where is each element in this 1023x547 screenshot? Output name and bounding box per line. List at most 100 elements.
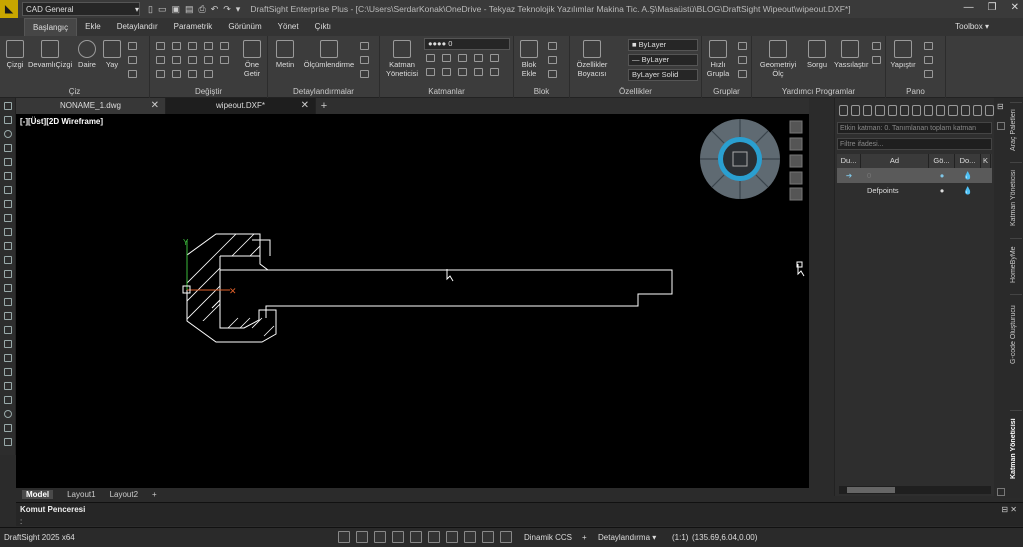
minimize-icon[interactable]: — (964, 2, 974, 13)
tab-homebyme[interactable]: HomeByMe (1010, 238, 1022, 290)
add-icon[interactable]: + (582, 533, 587, 542)
array-tool-icon[interactable] (4, 368, 12, 376)
col-frozen[interactable]: Do... (955, 154, 981, 168)
layer-select[interactable]: ●●●● 0 (424, 38, 510, 50)
freeze-drop-icon[interactable]: 💧 (955, 183, 981, 198)
drawing-canvas[interactable]: [-][Üst][2D Wireframe] Y ✕ (16, 114, 809, 488)
arc-button[interactable]: Yay (101, 40, 123, 69)
wipeout-tool-icon[interactable] (4, 410, 12, 418)
layer-tool-icon[interactable] (474, 68, 483, 76)
etrack-icon[interactable] (446, 531, 458, 543)
block-tool-icon[interactable] (548, 70, 557, 78)
zoom-icon[interactable] (789, 137, 803, 151)
scale-tool-icon[interactable] (4, 298, 12, 306)
grid-icon[interactable] (128, 70, 137, 78)
query-button[interactable]: Sorgu (804, 40, 830, 69)
checkmark-icon[interactable] (924, 104, 934, 116)
horizontal-scrollbar[interactable] (839, 486, 991, 494)
spline-tool-icon[interactable] (4, 186, 12, 194)
esnap-icon[interactable] (428, 531, 440, 543)
delete-icon[interactable] (204, 70, 213, 78)
group-tool-icon[interactable] (738, 42, 747, 50)
tab-yonet[interactable]: Yönet (270, 18, 307, 36)
rotate-tool-icon[interactable] (4, 270, 12, 278)
layer-tool-icon[interactable] (863, 104, 873, 116)
dynamic-ccs[interactable]: Dinamik CCS (524, 533, 572, 542)
table-row[interactable]: Defpoints ● 💧 (837, 183, 992, 198)
layer-tool-icon[interactable] (911, 104, 922, 116)
copy-tool-icon[interactable] (4, 256, 12, 264)
close-icon[interactable]: ✕ (301, 98, 309, 114)
panel-scroll-down-icon[interactable] (997, 488, 1005, 496)
redo-icon[interactable]: ↷ (223, 4, 231, 15)
home-icon[interactable] (789, 120, 803, 134)
visible-bulb-icon[interactable]: ● (929, 183, 955, 198)
ortho-icon[interactable] (392, 531, 404, 543)
layer-tool-icon[interactable] (458, 68, 467, 76)
measure-geometry-button[interactable]: Geometriyi Ölç (758, 40, 798, 78)
quickinput-icon[interactable] (482, 531, 494, 543)
layer-tool-icon[interactable] (490, 68, 499, 76)
tab-arac-paletleri[interactable]: Araç Paletleri (1010, 102, 1022, 158)
layer-tool-icon[interactable] (851, 104, 861, 116)
print-icon[interactable]: ⎙ (199, 4, 206, 15)
open-folder-icon[interactable]: ▭ (158, 4, 167, 15)
tab-parametrik[interactable]: Parametrik (166, 18, 221, 36)
copy-icon[interactable] (924, 56, 933, 64)
rotate-icon[interactable] (204, 42, 213, 50)
tab-katman-yoneticisi[interactable]: Katman Yöneticisi (1010, 162, 1022, 234)
checkmark-icon[interactable] (490, 54, 499, 62)
lineweight-icon[interactable] (464, 531, 476, 543)
extend-tool-icon[interactable] (4, 326, 12, 334)
layer-tool-icon[interactable] (426, 68, 435, 76)
paste-button[interactable]: Yapıştır (890, 40, 916, 69)
layer-tool-icon[interactable] (972, 104, 982, 116)
layer-tool-icon[interactable] (442, 54, 451, 62)
copy-icon[interactable] (172, 42, 181, 50)
table-icon[interactable] (360, 56, 369, 64)
tab-ekle[interactable]: Ekle (77, 18, 109, 36)
trim-icon[interactable] (172, 56, 181, 64)
mark-icon[interactable] (360, 70, 369, 78)
properties-painter-button[interactable]: Özellikler Boyacısı (572, 40, 612, 78)
bring-front-button[interactable]: Öne Getir (238, 40, 266, 78)
orbit-icon[interactable] (789, 187, 803, 201)
hatch-icon[interactable] (128, 56, 137, 64)
doc-tab-wipeout[interactable]: wipeout.DXF* ✕ (166, 98, 316, 114)
rotate-view-icon[interactable] (789, 154, 803, 168)
chamfer-icon[interactable] (220, 56, 229, 64)
lineweight-select[interactable]: ByLayer Solid (628, 69, 698, 81)
view-cube[interactable] (700, 119, 780, 199)
explode-icon[interactable] (156, 70, 165, 78)
layer-tool-icon[interactable] (458, 54, 467, 62)
tab-gorunum[interactable]: Görünüm (220, 18, 269, 36)
app-logo-icon[interactable]: ◣ (0, 0, 18, 18)
block-tool-icon[interactable] (548, 56, 557, 64)
utility-tool-icon[interactable] (872, 56, 881, 64)
tab-detaylandir[interactable]: Detaylandır (109, 18, 166, 36)
point-tool-icon[interactable] (4, 214, 12, 222)
grid-snap-icon[interactable] (356, 531, 368, 543)
command-window-controls[interactable]: ⊟ ✕ (1001, 505, 1017, 514)
text-button[interactable]: Metin (272, 40, 298, 69)
visible-bulb-icon[interactable]: ● (929, 168, 955, 183)
scrollbar-thumb[interactable] (847, 487, 895, 493)
move-tool-icon[interactable] (4, 242, 12, 250)
close-icon[interactable]: ✕ (1011, 2, 1019, 13)
stretch-icon[interactable] (156, 56, 165, 64)
command-input[interactable]: : (20, 517, 22, 526)
hatch-tool-icon[interactable] (4, 228, 12, 236)
tab-layout2[interactable]: Layout2 (110, 490, 138, 499)
scale-icon[interactable] (220, 42, 229, 50)
line-tool-icon[interactable] (4, 102, 12, 110)
circle-button[interactable]: Daire (76, 40, 98, 69)
quick-group-button[interactable]: Hızlı Grupla (704, 40, 732, 78)
group-tool-icon[interactable] (738, 56, 747, 64)
ellipse-tool-icon[interactable] (4, 200, 12, 208)
erase-tool-icon[interactable] (4, 438, 12, 446)
layer-tool-icon[interactable] (948, 104, 958, 116)
save-as-icon[interactable]: ▤ (185, 4, 194, 15)
doc-tab-noname[interactable]: NONAME_1.dwg ✕ (16, 98, 166, 114)
save-icon[interactable]: ▣ (171, 4, 180, 15)
pin-icon[interactable]: ⊟ (997, 102, 1004, 111)
